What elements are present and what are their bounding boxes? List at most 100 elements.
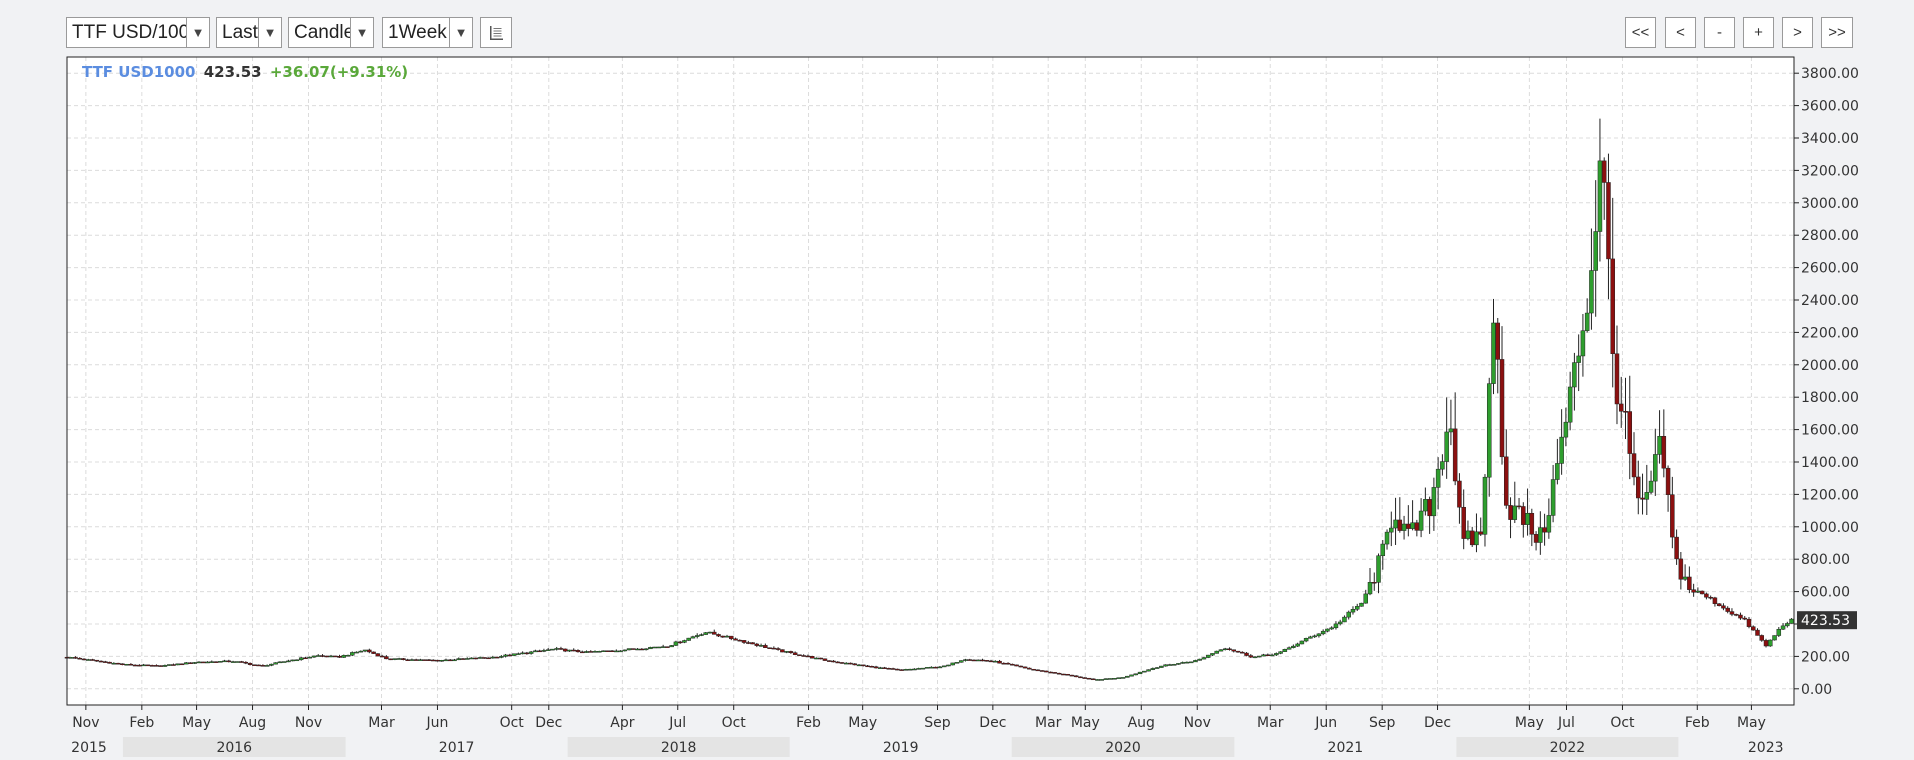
candle-up	[614, 650, 619, 653]
candle-down	[1231, 649, 1236, 652]
candle-down	[826, 660, 832, 662]
candle-up	[1584, 312, 1590, 331]
candle-down	[1031, 668, 1036, 671]
candle-up	[1257, 655, 1262, 658]
x-tick-label: Aug	[239, 715, 266, 731]
candle-up	[264, 665, 270, 667]
candle-down	[201, 661, 206, 664]
candle-up	[175, 663, 180, 666]
candle-down	[1027, 667, 1032, 670]
candle-up	[1648, 480, 1654, 493]
candle-down	[486, 657, 491, 660]
candle-down	[558, 648, 564, 650]
candle-down	[886, 668, 892, 670]
candle-down	[128, 663, 134, 666]
candle-up	[1644, 492, 1650, 500]
candle-up	[183, 662, 189, 665]
candle-up	[1342, 616, 1347, 623]
candle-down	[933, 666, 938, 669]
candle-down	[852, 663, 858, 666]
candle-up	[856, 664, 862, 667]
candle-down	[171, 664, 176, 666]
x-tick-label: Dec	[535, 715, 562, 731]
year-label: 2018	[661, 740, 697, 756]
x-tick-label: May	[1515, 715, 1544, 731]
year-axis: 2015 2016 2017 2018 2019 2020 2021 2022 2023	[71, 737, 1784, 757]
candle-up	[235, 661, 240, 663]
year-label: 2021	[1328, 740, 1364, 756]
candle-up	[1129, 674, 1134, 677]
candle-up	[1222, 648, 1228, 651]
x-tick-label: Mar	[1257, 715, 1284, 731]
candle-down	[226, 660, 232, 663]
candle-up	[1278, 651, 1283, 654]
candle-up	[452, 659, 457, 662]
candle-down	[1636, 476, 1641, 499]
candle-up	[1682, 576, 1688, 580]
candle-down	[1508, 505, 1513, 520]
candle-up	[1146, 669, 1151, 672]
candle-down	[797, 654, 802, 656]
candle-up	[1435, 468, 1441, 488]
candle-down	[1516, 505, 1522, 508]
candle-up	[626, 648, 632, 651]
candle-up	[1312, 635, 1317, 638]
candle-up	[550, 648, 555, 651]
candle-up	[1142, 670, 1147, 673]
candle-up	[703, 632, 708, 635]
candle-up	[941, 665, 947, 668]
candle-up	[1295, 643, 1300, 647]
year-label: 2016	[216, 740, 252, 756]
candle-down	[801, 655, 806, 657]
y-tick-label: 3000.00	[1801, 196, 1859, 212]
candle-down	[1661, 436, 1667, 469]
candle-down	[997, 660, 1002, 664]
last-value-label: 423.53	[1797, 611, 1857, 630]
candle-up	[1695, 590, 1701, 593]
candle-up	[465, 658, 470, 660]
candle-down	[1372, 582, 1377, 584]
candle-down	[967, 659, 972, 661]
candle-down	[1427, 499, 1432, 517]
candle-down	[371, 651, 376, 654]
candle-down	[971, 659, 977, 662]
candle-down	[98, 660, 104, 663]
year-label: 2023	[1748, 740, 1784, 756]
candle-down	[711, 631, 717, 635]
candle-down	[426, 659, 432, 661]
candle-down	[1022, 666, 1028, 669]
candle-up	[1482, 476, 1488, 535]
candle-up	[950, 662, 955, 666]
candle-down	[754, 643, 760, 646]
candle-up	[124, 663, 129, 666]
y-tick-label: 1600.00	[1801, 423, 1859, 439]
candle-up	[166, 664, 172, 666]
candle-up	[1163, 664, 1168, 667]
x-tick-label: May	[1737, 715, 1766, 731]
candle-down	[1716, 603, 1722, 607]
candle-up	[503, 654, 508, 657]
candle-up	[533, 650, 538, 653]
y-tick-label: 2200.00	[1801, 325, 1859, 341]
y-tick-label: 2800.00	[1801, 228, 1859, 244]
candle-up	[1474, 531, 1479, 546]
candle-up	[520, 652, 525, 655]
candle-down	[720, 635, 726, 638]
candle-up	[1354, 606, 1360, 610]
candle-up	[1108, 678, 1113, 680]
candle-up	[1555, 463, 1560, 480]
candle-up	[545, 649, 551, 651]
candle-up	[1465, 530, 1471, 539]
candle-up	[1567, 386, 1573, 423]
candle-up	[1329, 627, 1334, 630]
candle-up	[878, 667, 883, 669]
candle-down	[1086, 677, 1092, 680]
candle-down	[1265, 654, 1271, 656]
candle-down	[1499, 359, 1505, 458]
candle-down	[1763, 640, 1769, 647]
candle-down	[809, 656, 815, 659]
candle-down	[737, 639, 743, 642]
candle-down	[1606, 182, 1611, 260]
candle-down	[839, 662, 845, 664]
price-chart[interactable]: 0.00200.00400.00600.00800.001000.001200.…	[0, 0, 1914, 760]
